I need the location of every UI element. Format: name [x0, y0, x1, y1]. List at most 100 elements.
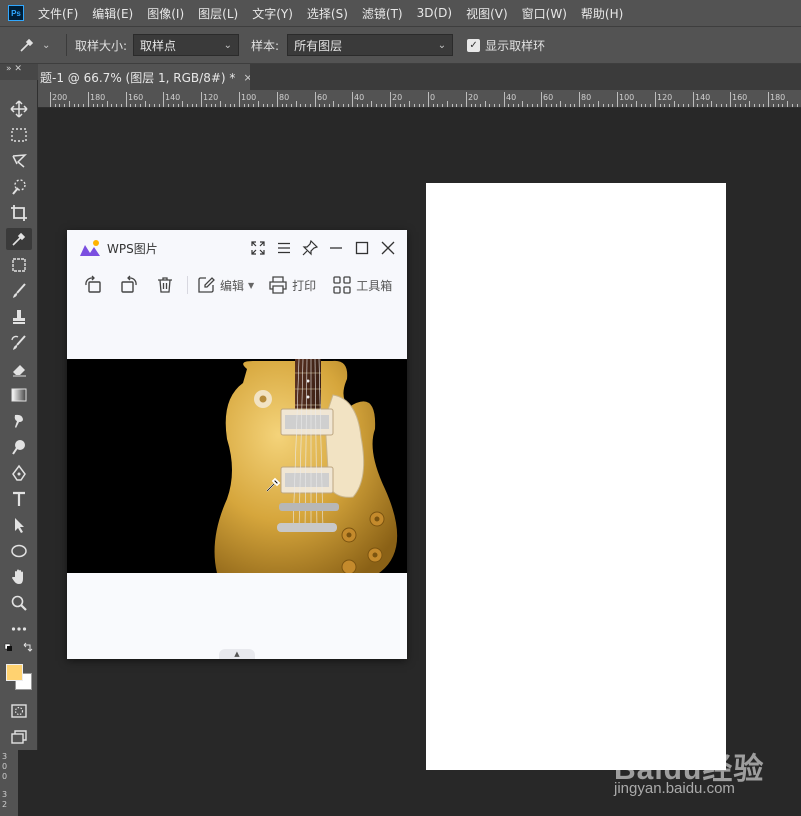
- crop-tool[interactable]: [6, 202, 32, 224]
- ruler-label: 40: [354, 93, 365, 102]
- close-button[interactable]: [379, 238, 397, 258]
- menu-type[interactable]: 文字(Y): [252, 5, 293, 22]
- dodge-icon: [12, 440, 25, 455]
- magnifier-icon: [11, 595, 27, 611]
- menu-filter[interactable]: 滤镜(T): [362, 5, 403, 22]
- pen-tool[interactable]: [6, 462, 32, 484]
- sample-select[interactable]: 所有图层 ⌄: [287, 34, 454, 56]
- rotate-right-button[interactable]: [119, 275, 139, 295]
- color-swap-controls[interactable]: [2, 642, 36, 656]
- caret-down-icon: ▼: [248, 280, 255, 290]
- options-bar: ⌄ 取样大小: 取样点 ⌄ 样本: 所有图层 ⌄ ✓ 显示取样环: [0, 26, 801, 64]
- pin-icon: [302, 240, 318, 256]
- wps-toolbar: 编辑 ▼ 打印 工具箱: [67, 270, 407, 300]
- dodge-tool[interactable]: [6, 436, 32, 458]
- wps-titlebar[interactable]: WPS图片: [67, 230, 407, 266]
- print-button[interactable]: 打印: [268, 275, 316, 295]
- printer-icon: [269, 276, 287, 294]
- gradient-tool[interactable]: [6, 384, 32, 406]
- trash-icon: [158, 277, 172, 293]
- hand-tool[interactable]: [6, 566, 32, 588]
- ruler-vertical: 3 0 0 3 2: [0, 750, 18, 816]
- quick-selection-tool[interactable]: [6, 176, 32, 198]
- rectangular-marquee-icon: [11, 128, 27, 142]
- shape-tool[interactable]: [6, 540, 32, 562]
- menu-button[interactable]: [275, 238, 293, 258]
- menu-layer[interactable]: 图层(L): [198, 5, 238, 22]
- ruler-label: 40: [506, 93, 517, 102]
- marquee-tool[interactable]: [6, 124, 32, 146]
- ellipse-icon: [11, 544, 27, 558]
- ruler-label: 0: [2, 762, 8, 771]
- edit-button[interactable]: 编辑 ▼: [196, 275, 254, 295]
- baidu-watermark: Baidu经验 jingyan.baidu.com: [606, 730, 796, 810]
- toolbar-grip[interactable]: » ✕: [0, 64, 38, 80]
- close-tab-button[interactable]: ×: [243, 71, 250, 84]
- ruler-ticks: [50, 92, 798, 107]
- expand-thumbnails-handle[interactable]: ▲: [219, 649, 255, 659]
- photoshop-logo: Ps: [8, 5, 24, 21]
- ruler-label: 80: [581, 93, 592, 102]
- ruler-label: 20: [392, 93, 403, 102]
- document-tab[interactable]: 题-1 @ 66.7% (图层 1, RGB/8#) * ×: [38, 64, 250, 90]
- blur-tool[interactable]: [6, 410, 32, 432]
- wps-logo-icon: [80, 240, 100, 256]
- ruler-horizontal: 200 180 160 140 120 100 80 60 40 20 0 20 40 60 80 100 12…: [38, 90, 801, 108]
- ruler-label: 140: [165, 93, 181, 102]
- toolbox-button[interactable]: 工具箱: [332, 275, 392, 295]
- fullscreen-button[interactable]: [249, 238, 267, 258]
- tool-preset-picker[interactable]: ⌄: [18, 33, 58, 57]
- menu-select[interactable]: 选择(S): [307, 5, 348, 22]
- show-sampling-ring-checkbox[interactable]: ✓: [467, 38, 481, 52]
- type-icon: [13, 491, 25, 506]
- sample-size-value: 取样点: [140, 38, 177, 53]
- brush-tool[interactable]: [6, 280, 32, 302]
- history-brush-tool[interactable]: [6, 332, 32, 354]
- show-sampling-ring-label: 显示取样环: [485, 38, 546, 53]
- wps-bottom-area: ▲: [67, 573, 407, 659]
- type-tool[interactable]: [6, 488, 32, 510]
- zoom-tool[interactable]: [6, 592, 32, 614]
- minimize-button[interactable]: [327, 238, 345, 258]
- screen-mode-button[interactable]: [6, 726, 32, 748]
- menu-image[interactable]: 图像(I): [147, 5, 184, 22]
- pin-button[interactable]: [301, 238, 319, 258]
- chevron-down-icon: ⌄: [437, 39, 447, 51]
- divider: [187, 276, 188, 294]
- ruler-label: 20: [468, 93, 479, 102]
- frame-tool[interactable]: [6, 254, 32, 276]
- lasso-tool[interactable]: [6, 150, 32, 172]
- quick-mask-button[interactable]: [6, 700, 32, 722]
- rotate-left-button[interactable]: [83, 275, 103, 295]
- sample-label: 样本:: [251, 38, 280, 53]
- menu-3d[interactable]: 3D(D): [417, 6, 452, 20]
- path-selection-tool[interactable]: [6, 514, 32, 536]
- menu-edit[interactable]: 编辑(E): [92, 5, 133, 22]
- eyedropper-icon: [12, 232, 26, 246]
- foreground-color-swatch[interactable]: [6, 664, 23, 681]
- document-canvas[interactable]: [426, 183, 726, 770]
- eyedropper-tool[interactable]: [6, 228, 32, 250]
- print-label: 打印: [292, 278, 317, 293]
- menu-window[interactable]: 窗口(W): [522, 5, 567, 22]
- ruler-label: 60: [543, 93, 554, 102]
- maximize-button[interactable]: [353, 238, 371, 258]
- eraser-tool[interactable]: [6, 358, 32, 380]
- show-sampling-ring-option[interactable]: ✓ 显示取样环: [467, 37, 545, 54]
- ruler-label: 120: [657, 93, 673, 102]
- rotate-right-icon: [121, 275, 137, 293]
- delete-button[interactable]: [155, 275, 175, 295]
- more-tools-button[interactable]: [6, 618, 32, 640]
- gradient-icon: [11, 388, 27, 402]
- stamp-tool[interactable]: [6, 306, 32, 328]
- frame-icon: [12, 258, 26, 272]
- move-tool[interactable]: [6, 98, 32, 120]
- menu-help[interactable]: 帮助(H): [581, 5, 623, 22]
- brush-icon: [13, 283, 26, 298]
- divider: [66, 34, 67, 56]
- ruler-label: 140: [695, 93, 711, 102]
- menu-view[interactable]: 视图(V): [466, 5, 508, 22]
- menu-file[interactable]: 文件(F): [38, 5, 78, 22]
- sample-size-select[interactable]: 取样点 ⌄: [133, 34, 240, 56]
- guitar-photo[interactable]: [67, 359, 407, 573]
